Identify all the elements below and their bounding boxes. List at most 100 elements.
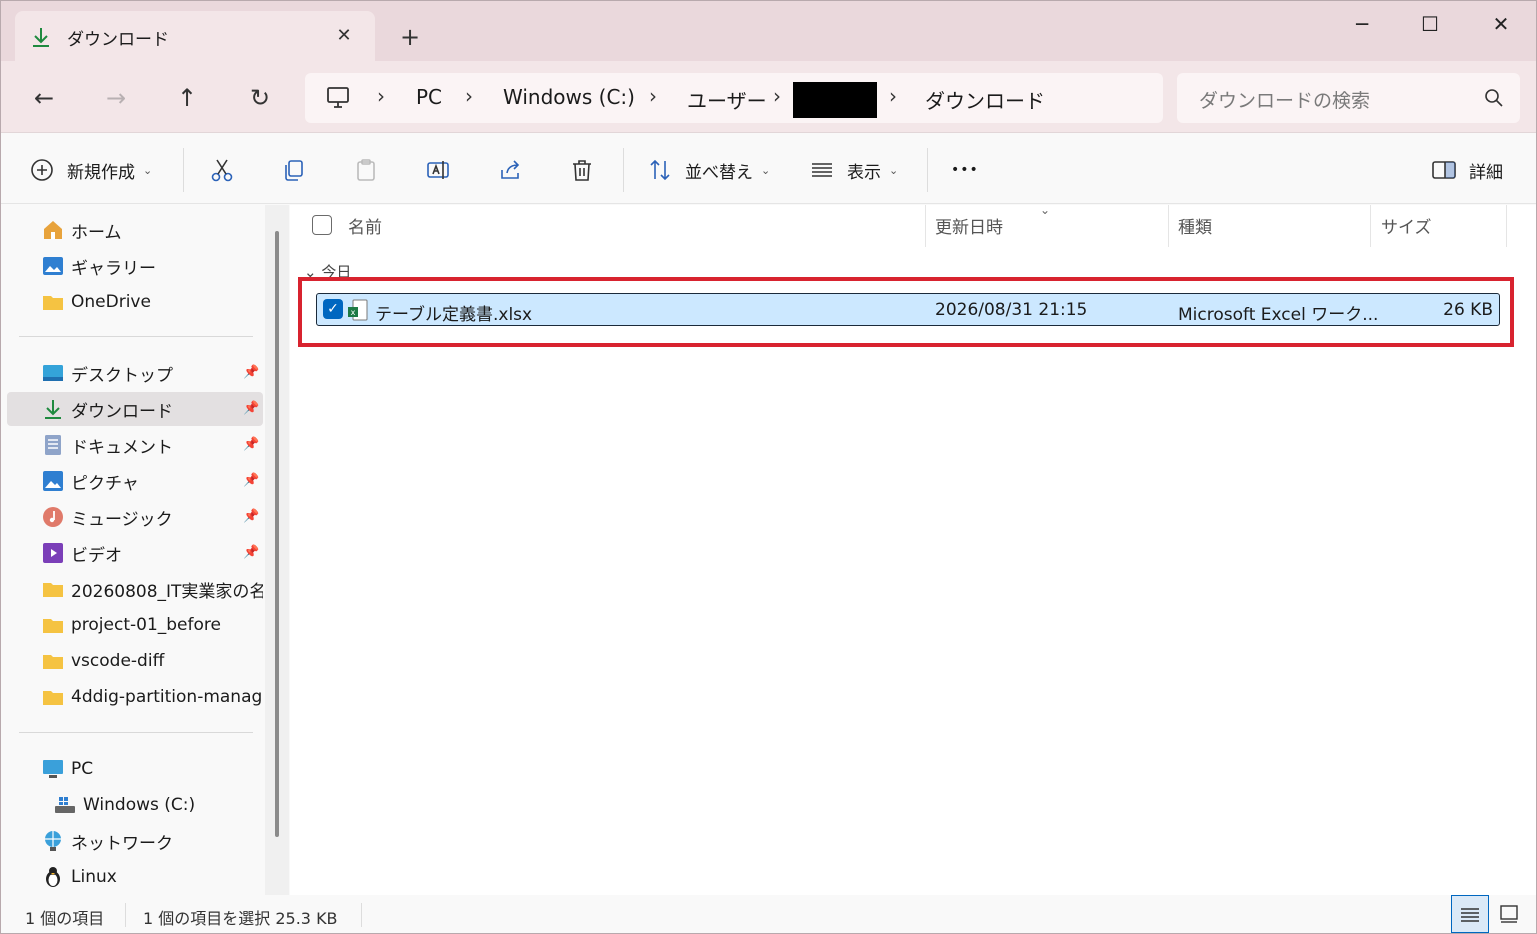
column-divider[interactable] <box>925 205 926 247</box>
sidebar-item-music[interactable]: ミュージック 📌 <box>7 500 263 534</box>
sidebar-item-folder[interactable]: project-01_before <box>7 608 263 642</box>
chevron-down-icon: ⌄ <box>761 163 771 177</box>
cut-button[interactable] <box>209 152 235 188</box>
linux-penguin-icon <box>46 867 60 887</box>
sidebar-item-folder[interactable]: vscode-diff <box>7 644 263 678</box>
refresh-button[interactable]: ↻ <box>242 81 278 117</box>
gallery-icon <box>43 257 63 275</box>
scissors-icon <box>211 159 233 182</box>
delete-button[interactable] <box>569 152 595 188</box>
desktop-icon <box>43 365 63 381</box>
sidebar-divider <box>19 732 253 733</box>
sidebar-item-desktop[interactable]: デスクトップ 📌 <box>7 356 263 390</box>
clipboard-icon <box>357 159 375 181</box>
home-icon <box>44 221 62 239</box>
sidebar-item-linux[interactable]: Linux <box>7 860 263 894</box>
more-options-button[interactable]: ••• <box>951 152 979 188</box>
toolbar-divider <box>927 148 928 192</box>
sort-button[interactable]: 並べ替え ⌄ <box>647 152 770 188</box>
sidebar-item-gallery[interactable]: ギャラリー <box>7 249 263 283</box>
video-icon <box>43 543 63 563</box>
sidebar-item-folder[interactable]: 20260808_IT実業家の名言 <box>7 572 263 606</box>
drive-icon <box>55 797 75 813</box>
sidebar-item-onedrive[interactable]: OneDrive <box>7 285 263 319</box>
pin-icon[interactable]: 📌 <box>243 473 259 489</box>
sidebar-item-network[interactable]: ネットワーク <box>7 824 263 858</box>
breadcrumb-separator[interactable]: › <box>377 84 385 108</box>
search-box[interactable]: ダウンロードの検索 <box>1177 73 1520 123</box>
breadcrumb-separator[interactable]: › <box>773 84 781 108</box>
sidebar-item-videos[interactable]: ビデオ 📌 <box>7 536 263 570</box>
folder-icon <box>43 296 63 310</box>
sidebar-item-windows-c[interactable]: Windows (C:) <box>7 788 263 822</box>
more-icon: ••• <box>951 162 979 178</box>
pin-icon[interactable]: 📌 <box>243 401 259 417</box>
sidebar-item-label: ギャラリー <box>71 258 156 279</box>
sidebar-item-label: Windows (C:) <box>83 795 196 815</box>
column-divider[interactable] <box>1370 205 1371 247</box>
details-view-icon <box>1461 908 1479 922</box>
minimize-button[interactable]: ─ <box>1339 9 1385 39</box>
column-header-size[interactable]: サイズ <box>1381 213 1432 238</box>
pin-icon[interactable]: 📌 <box>243 365 259 381</box>
scrollbar-thumb[interactable] <box>275 231 279 837</box>
toolbar-divider <box>623 148 624 192</box>
new-label: 新規作成 <box>67 162 135 183</box>
sort-label: 並べ替え <box>685 162 753 183</box>
sidebar-item-pc[interactable]: PC <box>7 752 263 786</box>
select-all-checkbox[interactable] <box>312 215 332 235</box>
maximize-button[interactable]: ☐ <box>1407 9 1453 39</box>
large-icons-view-button[interactable] <box>1491 895 1529 933</box>
sidebar-scrollbar[interactable] <box>265 205 289 895</box>
breadcrumb-downloads[interactable]: ダウンロード <box>925 85 1045 114</box>
pin-icon[interactable]: 📌 <box>243 509 259 525</box>
breadcrumb-users[interactable]: ユーザー <box>687 85 767 114</box>
back-button[interactable]: ← <box>26 81 62 117</box>
paste-button[interactable] <box>353 152 379 188</box>
new-button[interactable]: 新規作成 ⌄ <box>29 152 152 188</box>
sidebar-item-label: ネットワーク <box>71 833 173 854</box>
breadcrumb-separator[interactable]: › <box>889 84 897 108</box>
download-icon <box>33 28 49 47</box>
view-button[interactable]: 表示 ⌄ <box>809 152 898 188</box>
rename-button[interactable] <box>425 152 451 188</box>
folder-icon <box>43 691 63 705</box>
sidebar-item-documents[interactable]: ドキュメント 📌 <box>7 428 263 462</box>
column-header-name[interactable]: 名前 <box>348 213 382 238</box>
tab-downloads[interactable]: ダウンロード ✕ <box>15 11 375 61</box>
music-icon <box>43 507 63 527</box>
sidebar-item-pictures[interactable]: ピクチャ 📌 <box>7 464 263 498</box>
sidebar-item-downloads[interactable]: ダウンロード 📌 <box>7 392 263 426</box>
column-header-modified[interactable]: 更新日時 <box>935 213 1003 238</box>
up-button[interactable]: ↑ <box>169 81 205 117</box>
forward-button[interactable]: → <box>98 81 134 117</box>
search-icon <box>1485 89 1503 107</box>
breadcrumb-windows-c[interactable]: Windows (C:) <box>503 85 635 109</box>
explorer-window: ダウンロード ✕ + ─ ☐ ✕ ← → ↑ ↻ › PC › Windows … <box>0 0 1537 934</box>
pin-icon[interactable]: 📌 <box>243 437 259 453</box>
breadcrumb-pc[interactable]: PC <box>416 85 442 109</box>
search-input[interactable]: ダウンロードの検索 <box>1199 86 1370 113</box>
details-pane-button[interactable]: 詳細 <box>1431 152 1503 188</box>
tab-close-button[interactable]: ✕ <box>331 23 357 49</box>
breadcrumb-separator[interactable]: › <box>649 84 657 108</box>
share-button[interactable] <box>497 152 523 188</box>
details-label: 詳細 <box>1469 162 1503 183</box>
toolbar-divider <box>183 148 184 192</box>
folder-icon <box>43 619 63 633</box>
copy-button[interactable] <box>281 152 307 188</box>
column-divider[interactable] <box>1168 205 1169 247</box>
pin-icon[interactable]: 📌 <box>243 545 259 561</box>
pictures-icon <box>43 471 63 491</box>
breadcrumb-separator[interactable]: › <box>465 84 473 108</box>
new-tab-button[interactable]: + <box>395 23 425 53</box>
column-divider[interactable] <box>1506 205 1507 247</box>
column-header-type[interactable]: 種類 <box>1178 213 1212 238</box>
sidebar-item-folder[interactable]: 4ddig-partition-manager <box>7 680 263 714</box>
network-icon <box>45 831 61 851</box>
sidebar-item-home[interactable]: ホーム <box>7 213 263 247</box>
details-view-button[interactable] <box>1451 895 1489 933</box>
trash-icon <box>573 160 591 181</box>
close-window-button[interactable]: ✕ <box>1478 9 1524 39</box>
address-bar[interactable]: › PC › Windows (C:) › ユーザー › › ダウンロード <box>305 73 1163 123</box>
